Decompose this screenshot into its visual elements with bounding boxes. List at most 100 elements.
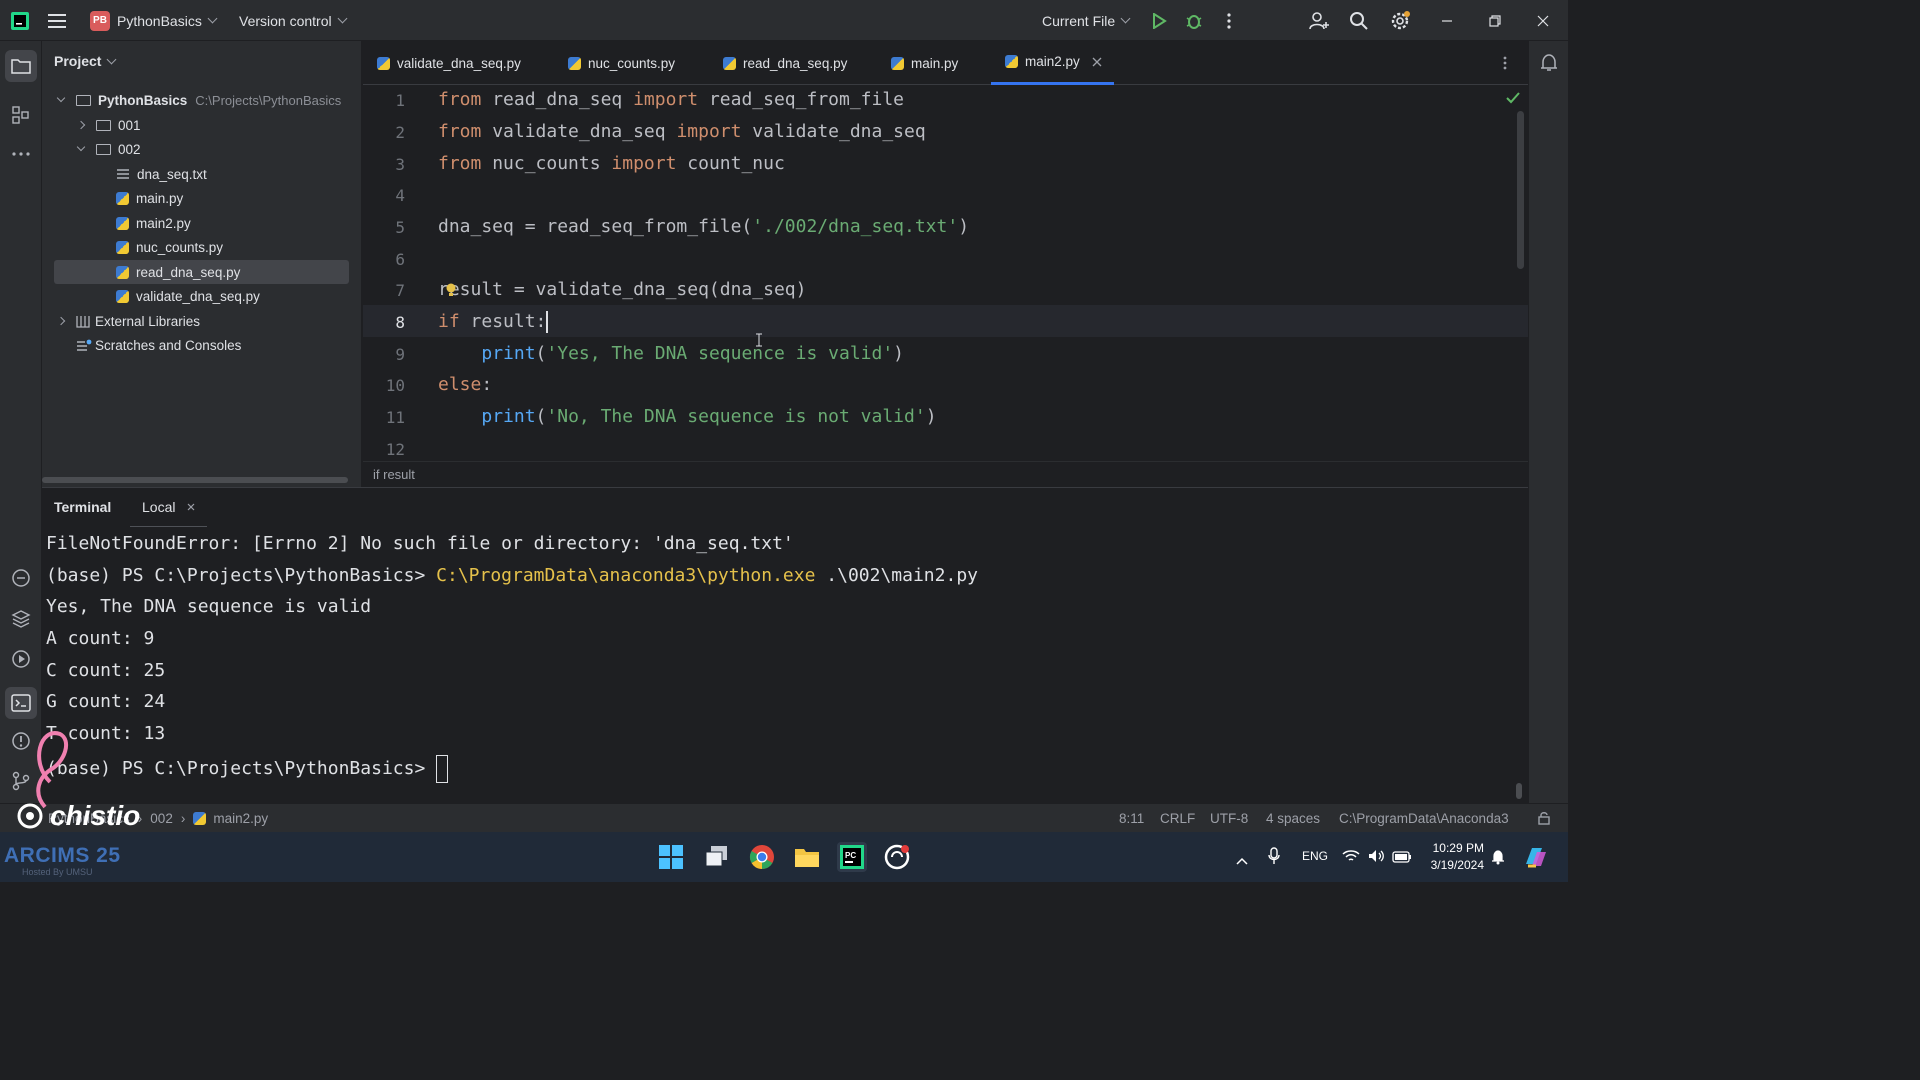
tree-folder-002[interactable]: 002 <box>76 138 141 160</box>
tray-overflow-icon[interactable] <box>1236 852 1248 870</box>
add-user-icon[interactable] <box>1309 0 1329 41</box>
lightbulb-icon[interactable] <box>445 283 457 297</box>
code-line: from read_dna_seq import read_seq_from_f… <box>438 89 905 110</box>
pycharm-taskbar-icon[interactable]: PC <box>837 842 867 872</box>
python-file-icon <box>1005 55 1018 68</box>
language-indicator[interactable]: ENG <box>1302 849 1328 863</box>
task-view-icon[interactable] <box>702 842 732 872</box>
expand-arrow-icon <box>76 142 86 152</box>
line-number: 2 <box>395 123 405 142</box>
tab-main[interactable]: main.py <box>891 41 958 85</box>
project-panel-header[interactable]: Project <box>54 53 117 69</box>
tree-file-dna-seq-txt[interactable]: dna_seq.txt <box>116 163 207 185</box>
code-editor[interactable]: 1 2 3 4 5 6 7 8 9 10 11 12 from read_dna… <box>363 85 1528 461</box>
status-encoding[interactable]: UTF-8 <box>1210 804 1248 832</box>
tab-read-dna-seq[interactable]: read_dna_seq.py <box>723 41 847 85</box>
minimize-icon[interactable] <box>1441 0 1453 41</box>
tree-file-main2-py[interactable]: main2.py <box>116 212 191 234</box>
terminal-header: Terminal Local <box>42 487 1528 528</box>
structure-icon[interactable] <box>9 103 33 127</box>
lock-icon[interactable] <box>1537 804 1551 832</box>
settings-gear-icon[interactable] <box>1390 0 1412 41</box>
tree-file-read-dna-seq-py[interactable]: read_dna_seq.py <box>116 261 240 283</box>
status-bar: PythonBasics › 002 › main2.py 8:11 CRLF … <box>0 803 1568 832</box>
chrome-icon[interactable] <box>747 842 777 872</box>
terminal-output[interactable]: FileNotFoundError: [Errno 2] No such fil… <box>42 527 1528 803</box>
microphone-icon[interactable] <box>1268 847 1280 870</box>
line-number: 5 <box>395 218 405 237</box>
tree-root-pythonbasics[interactable]: PythonBasics C:\Projects\PythonBasics <box>56 89 341 111</box>
tab-main2-active[interactable]: main2.py <box>991 41 1114 85</box>
tab-options-icon[interactable] <box>1503 41 1507 85</box>
horizontal-scrollbar[interactable] <box>42 477 348 483</box>
no-problems-check-icon[interactable] <box>1506 91 1520 109</box>
version-control-menu[interactable]: Version control <box>239 0 348 41</box>
terminal-tab-local[interactable]: Local <box>130 488 208 528</box>
close-window-icon[interactable] <box>1537 0 1549 41</box>
text-file-icon <box>117 169 129 179</box>
more-actions-icon[interactable] <box>1227 0 1231 41</box>
tree-file-validate-dna-seq-py[interactable]: validate_dna_seq.py <box>116 285 260 307</box>
wifi-icon[interactable] <box>1342 849 1360 868</box>
tree-file-nuc-counts-py[interactable]: nuc_counts.py <box>116 236 223 258</box>
tab-nuc-counts[interactable]: nuc_counts.py <box>568 41 675 85</box>
volume-icon[interactable] <box>1368 849 1386 868</box>
status-interpreter[interactable]: C:\ProgramData\Anaconda3 <box>1339 804 1509 832</box>
run-config-selector[interactable]: Current File <box>1042 0 1131 41</box>
clock-time[interactable]: 10:29 PM <box>1420 841 1484 855</box>
tree-scratches[interactable]: Scratches and Consoles <box>76 334 241 356</box>
python-file-icon <box>377 56 390 70</box>
tree-label: External Libraries <box>95 313 201 329</box>
search-icon[interactable] <box>1349 0 1369 41</box>
python-file-icon <box>116 191 129 205</box>
terminal-line: A count: 9 <box>46 628 155 649</box>
tree-file-main-py[interactable]: main.py <box>116 187 183 209</box>
vertical-scrollbar[interactable] <box>1517 111 1524 269</box>
text-cursor <box>546 311 549 333</box>
copilot-icon[interactable] <box>1522 844 1548 875</box>
notifications-bell-icon[interactable] <box>1539 53 1559 78</box>
editor-breadcrumb[interactable]: if result <box>363 461 1528 487</box>
file-label: main.py <box>136 190 184 206</box>
windows-start-icon[interactable] <box>656 842 686 872</box>
breadcrumb-label: if result <box>373 467 415 482</box>
python-file-icon <box>891 56 904 70</box>
terminal-scrollbar[interactable] <box>1516 783 1522 799</box>
more-tools-icon[interactable] <box>9 142 33 166</box>
line-number: 6 <box>395 250 405 269</box>
status-path-file: main2.py <box>213 810 269 826</box>
folder-icon <box>76 94 91 106</box>
status-indent[interactable]: 4 spaces <box>1266 804 1320 832</box>
close-tab-icon[interactable] <box>1092 57 1102 67</box>
python-packages-icon[interactable] <box>9 607 33 631</box>
code-line: else: <box>438 374 493 395</box>
line-number: 1 <box>395 91 405 110</box>
file-explorer-icon[interactable] <box>792 842 822 872</box>
status-caret-position[interactable]: 8:11 <box>1119 804 1144 832</box>
pycharm-logo-icon[interactable] <box>10 0 30 41</box>
tree-external-libraries[interactable]: External Libraries <box>56 310 201 332</box>
python-console-icon[interactable] <box>9 566 33 590</box>
terminal-icon[interactable] <box>5 687 37 719</box>
close-terminal-tab-icon[interactable] <box>187 503 195 511</box>
tab-validate-dna-seq[interactable]: validate_dna_seq.py <box>377 41 521 85</box>
services-icon[interactable] <box>9 647 33 671</box>
python-file-icon <box>723 56 736 70</box>
debug-icon[interactable] <box>1185 0 1203 41</box>
battery-icon[interactable] <box>1392 850 1412 868</box>
recorder-app-icon[interactable] <box>882 842 912 872</box>
run-icon[interactable] <box>1151 0 1167 41</box>
status-line-separator[interactable]: CRLF <box>1160 804 1195 832</box>
line-number: 11 <box>385 408 405 427</box>
tree-label: Scratches and Consoles <box>95 337 242 353</box>
line-number: 8 <box>395 313 405 332</box>
project-folder-icon[interactable] <box>5 50 37 82</box>
clock-date[interactable]: 3/19/2024 <box>1420 858 1484 872</box>
terminal-line: Yes, The DNA sequence is valid <box>46 596 372 617</box>
notification-bell-icon[interactable] <box>1491 849 1505 870</box>
project-selector[interactable]: PB PythonBasics <box>90 0 218 41</box>
restore-icon[interactable] <box>1489 0 1501 41</box>
main-menu-icon[interactable] <box>48 0 68 41</box>
terminal-tab-label: Local <box>142 499 176 515</box>
tree-folder-001[interactable]: 001 <box>76 114 141 136</box>
